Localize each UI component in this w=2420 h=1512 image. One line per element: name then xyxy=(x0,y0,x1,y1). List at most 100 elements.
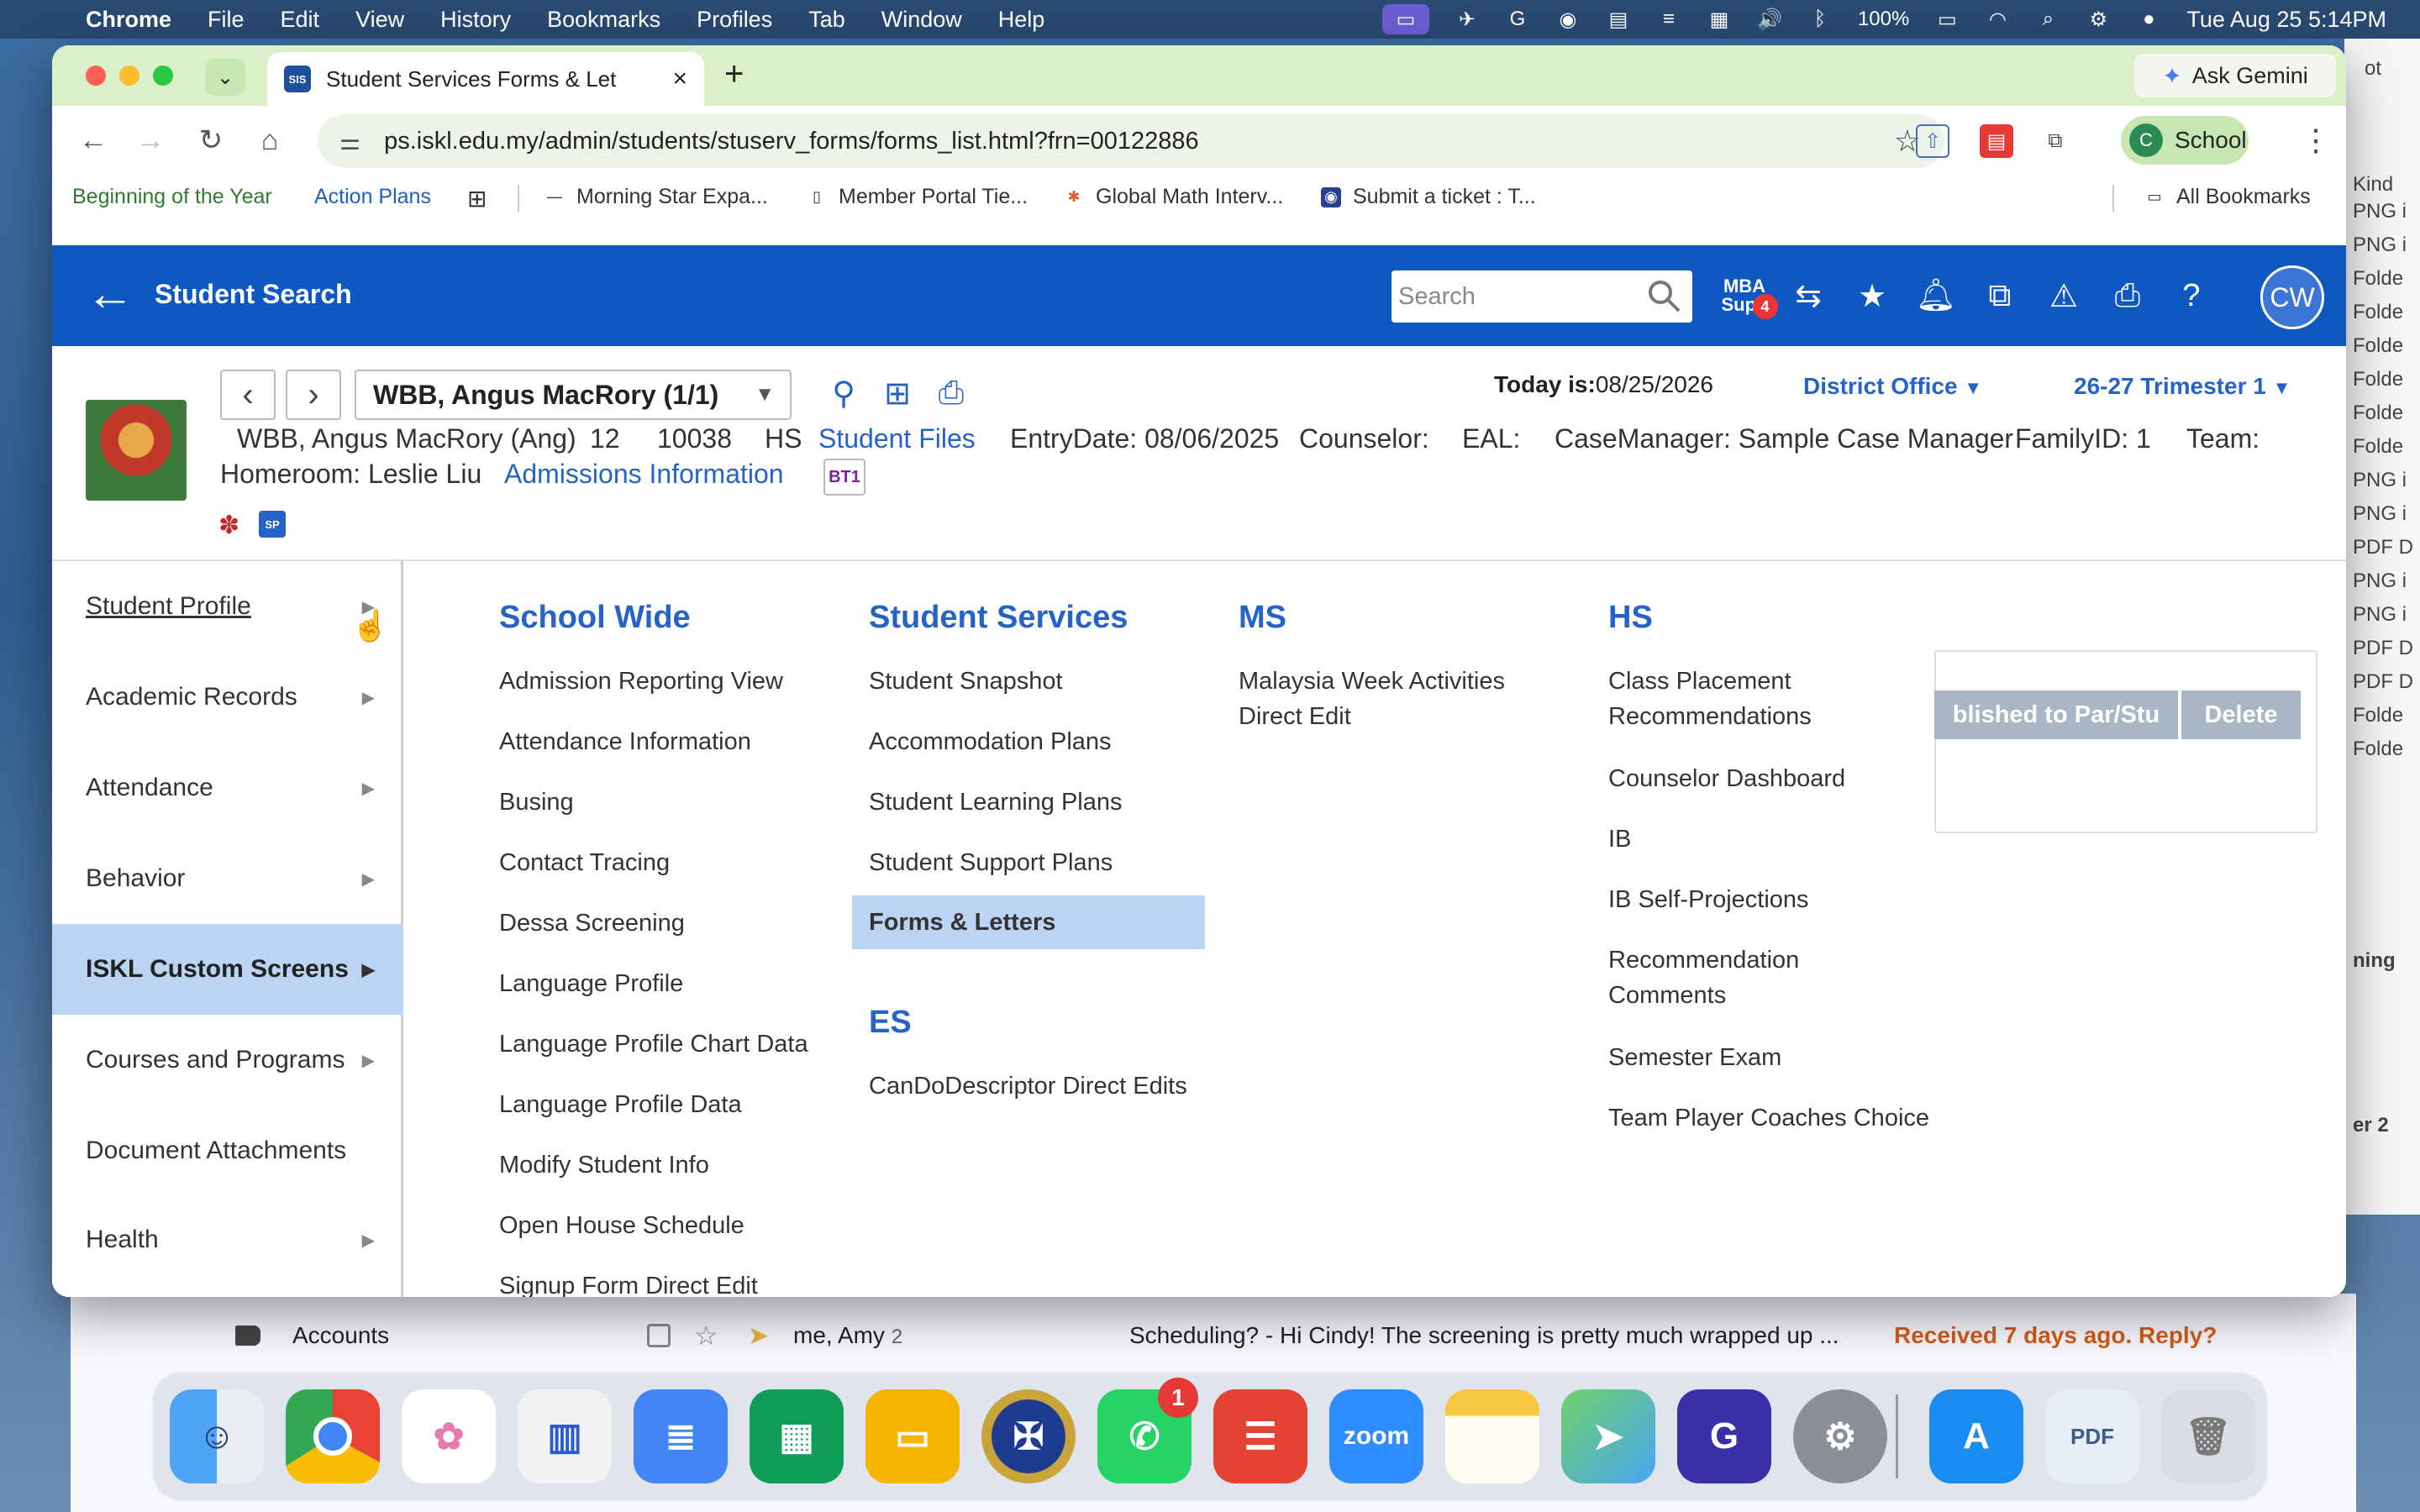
menu-window[interactable]: Window xyxy=(881,7,962,33)
warning-icon[interactable]: ⚠ xyxy=(2040,270,2087,321)
forward-arrow-icon[interactable]: → xyxy=(131,121,170,160)
term-dropdown[interactable]: 26-27 Trimester 1 ▼ xyxy=(2074,373,2291,400)
menu-app-name[interactable]: Chrome xyxy=(86,7,171,33)
nav-document-attachments[interactable]: Document Attachments xyxy=(52,1105,403,1196)
menu-file[interactable]: File xyxy=(208,7,245,33)
bt1-badge[interactable]: BT1 xyxy=(823,459,865,496)
zoom-status-icon[interactable]: ◉ xyxy=(1555,8,1581,31)
link-student-snapshot[interactable]: Student Snapshot xyxy=(869,664,1205,699)
address-bar[interactable]: ⚌ ps.iskl.edu.my/admin/students/stuserv_… xyxy=(318,114,1944,168)
sp-badge[interactable]: SP xyxy=(259,511,286,538)
link-attendance-information[interactable]: Attendance Information xyxy=(499,724,835,759)
mba-support-icon[interactable]: MBA Supp 4 xyxy=(1718,270,1778,321)
zoom-icon[interactable]: zoom xyxy=(1329,1389,1423,1483)
link-malaysia-week-activities[interactable]: Malaysia Week Activities Direct Edit xyxy=(1239,664,1541,734)
favorites-star-icon[interactable]: ★ xyxy=(1849,270,1896,321)
chrome-menu-icon[interactable]: ⋮ xyxy=(2301,123,2331,158)
url-text[interactable]: ps.iskl.edu.my/admin/students/stuserv_fo… xyxy=(384,128,1199,155)
nav-iskl-custom-screens[interactable]: ISKL Custom Screens ▶ xyxy=(52,924,403,1015)
profile-chip[interactable]: C School xyxy=(2121,116,2249,165)
link-busing[interactable]: Busing xyxy=(499,785,835,820)
next-student-icon[interactable]: › xyxy=(286,370,341,420)
link-language-profile-chart-data[interactable]: Language Profile Chart Data xyxy=(499,1026,835,1062)
link-recommendation-comments[interactable]: Recommendation Comments xyxy=(1608,942,1827,1013)
org-chart-icon[interactable]: ⊞ xyxy=(879,373,916,413)
google-sheets-icon[interactable]: ▦ xyxy=(750,1389,844,1483)
extension-upload-icon[interactable]: ⇧ xyxy=(1916,124,1949,158)
reload-icon[interactable]: ↻ xyxy=(192,121,230,160)
link-language-profile[interactable]: Language Profile xyxy=(499,966,835,1001)
nav-behavior[interactable]: Behavior ▶ xyxy=(52,833,403,924)
notes-icon[interactable] xyxy=(1445,1389,1539,1483)
battery-icon[interactable]: ▭ xyxy=(1934,8,1960,31)
user-avatar[interactable]: CW xyxy=(2260,265,2324,329)
link-candodescriptor-direct-edits[interactable]: CanDoDescriptor Direct Edits xyxy=(869,1068,1222,1104)
link-ib-self-projections[interactable]: IB Self-Projections xyxy=(1608,882,1944,917)
display-icon[interactable]: ▦ xyxy=(1707,8,1732,31)
link-forms-letters[interactable]: Forms & Letters xyxy=(852,895,1205,949)
site-settings-icon[interactable]: ⚌ xyxy=(339,128,360,155)
spotlight-icon[interactable]: ⌕ xyxy=(2035,8,2060,30)
external-link-icon[interactable]: ⧉ xyxy=(1976,270,2023,321)
google-docs-icon[interactable]: ≣ xyxy=(634,1389,728,1483)
map-pin-icon[interactable]: ⚲ xyxy=(825,373,862,413)
menu-view[interactable]: View xyxy=(355,7,404,33)
district-office-dropdown[interactable]: District Office ▼ xyxy=(1803,373,1982,400)
page-title[interactable]: Student Search xyxy=(155,279,352,310)
stack-icon[interactable]: ≡ xyxy=(1656,8,1681,30)
link-language-profile-data[interactable]: Language Profile Data xyxy=(499,1087,835,1122)
bookmark-global-math[interactable]: ✱ Global Math Interv... xyxy=(1064,185,1283,209)
nav-courses-programs[interactable]: Courses and Programs ▶ xyxy=(52,1015,403,1105)
bookmark-action-plans[interactable]: Action Plans xyxy=(314,185,431,209)
new-tab-icon[interactable]: + xyxy=(724,55,744,93)
swap-arrows-icon[interactable]: ⇆ xyxy=(1785,270,1832,321)
whatsapp-icon[interactable]: ✆ 1 xyxy=(1097,1378,1198,1483)
wifi-icon[interactable]: ◠ xyxy=(1985,8,2010,31)
mail-label-accounts[interactable]: Accounts xyxy=(292,1322,389,1349)
link-contact-tracing[interactable]: Contact Tracing xyxy=(499,845,835,880)
tab-search-chevron-icon[interactable]: ⌄ xyxy=(205,59,245,96)
back-arrow-icon[interactable]: ← xyxy=(74,121,113,160)
nav-academic-records[interactable]: Academic Records ▶ xyxy=(52,652,403,743)
back-arrow-icon[interactable]: ← xyxy=(86,269,134,319)
student-selector[interactable]: WBB, Angus MacRory (1/1) ▼ xyxy=(355,370,792,420)
link-ib[interactable]: IB xyxy=(1608,822,1944,857)
search-icon[interactable] xyxy=(1645,277,1682,314)
maximize-window-button[interactable] xyxy=(153,66,173,86)
admissions-info-link[interactable]: Admissions Information xyxy=(504,459,784,490)
nav-student-profile[interactable]: Student Profile ▶ ☝ xyxy=(52,561,403,652)
menu-history[interactable]: History xyxy=(440,7,511,33)
bookmark-beginning-of-year[interactable]: Beginning of the Year xyxy=(72,185,272,209)
col-delete[interactable]: Delete xyxy=(2180,690,2301,739)
grammarly-icon[interactable]: G xyxy=(1505,8,1530,30)
home-icon[interactable]: ⌂ xyxy=(250,121,289,160)
nav-health[interactable]: Health ▶ xyxy=(52,1194,403,1285)
todoist-icon[interactable]: ☰ xyxy=(1213,1389,1307,1483)
menu-profiles[interactable]: Profiles xyxy=(697,7,772,33)
extensions-puzzle-icon[interactable]: ⧉ xyxy=(2039,124,2072,158)
link-accommodation-plans[interactable]: Accommodation Plans xyxy=(869,724,1205,759)
finder-icon[interactable]: ☺ xyxy=(170,1389,264,1483)
bookmark-member-portal[interactable]: ▯ Member Portal Tie... xyxy=(807,185,1028,209)
airplane-icon[interactable]: ✈ xyxy=(1455,8,1480,31)
notifications-bell-icon[interactable]: 🔔︎ xyxy=(1912,270,1960,321)
close-window-button[interactable] xyxy=(86,66,106,86)
gemini-app-icon[interactable]: G xyxy=(1677,1389,1771,1483)
mail-checkbox[interactable] xyxy=(647,1324,671,1347)
tab-close-icon[interactable]: × xyxy=(672,65,687,93)
link-counselor-dashboard[interactable]: Counselor Dashboard xyxy=(1608,761,1944,796)
photos-icon[interactable]: ✿ xyxy=(402,1389,496,1483)
link-dessa-screening[interactable]: Dessa Screening xyxy=(499,906,835,941)
link-team-player-coaches-choice[interactable]: Team Player Coaches Choice xyxy=(1608,1100,1944,1136)
student-search-input[interactable]: Search xyxy=(1392,270,1692,323)
col-published[interactable]: blished to Par/Stu xyxy=(1934,690,2178,739)
menu-help[interactable]: Help xyxy=(998,7,1045,33)
menu-edit[interactable]: Edit xyxy=(281,7,320,33)
printer-icon[interactable]: ⎙ xyxy=(2104,270,2151,321)
bookmark-submit-ticket[interactable]: ◉ Submit a ticket : T... xyxy=(1321,185,1536,209)
link-signup-form-direct-edit[interactable]: Signup Form Direct Edit xyxy=(499,1268,835,1297)
all-bookmarks-folder[interactable]: ▭ All Bookmarks xyxy=(2144,185,2310,209)
student-files-link[interactable]: Student Files xyxy=(818,423,976,454)
maps-icon[interactable]: ➤ xyxy=(1561,1389,1655,1483)
google-slides-icon[interactable]: ▭ xyxy=(865,1389,960,1483)
